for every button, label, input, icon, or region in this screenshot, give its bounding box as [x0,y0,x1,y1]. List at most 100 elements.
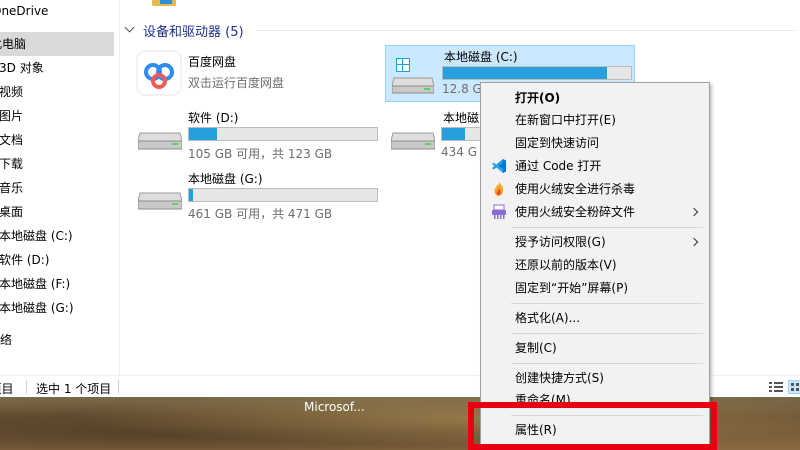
menu-item-label: 固定到“开始”屏幕(P) [515,281,629,295]
huorong-fire-icon [491,181,507,197]
sidebar-item-downloads[interactable]: 下载 [0,152,114,176]
menu-item-huorong-shred[interactable]: 使用火绒安全粉碎文件 [483,201,707,223]
shredder-icon [491,204,507,220]
drive-free-space: 105 GB 可用，共 123 GB [188,147,333,161]
sidebar-item-this-pc[interactable]: 此电脑 [0,32,114,56]
item-drive-g[interactable]: 本地磁盘 (G:) 461 GB 可用，共 471 GB [132,165,392,221]
drive-usage-bar [442,66,632,80]
sidebar-item-drive-f[interactable]: 本地磁盘 (F:) [0,272,114,296]
menu-item-label: 格式化(A)... [515,311,581,325]
item-subtitle: 双击运行百度网盘 [188,76,285,90]
windows-drive-icon [391,58,435,94]
sidebar-item-label: 视频 [0,85,24,99]
group-header-devices[interactable]: 设备和驱动器 (5) [125,20,244,40]
drive-free-space: 12.8 G [442,82,482,96]
menu-item-huorong-scan[interactable]: 使用火绒安全进行杀毒 [483,178,707,200]
menu-item-label: 打开(O) [515,91,561,105]
item-name: 本地磁盘 (C:) [444,50,518,64]
sidebar-item-pictures[interactable]: 图片 [0,104,114,128]
drive-usage-fill [442,128,465,140]
menu-item-properties[interactable]: 属性(R) [483,419,707,441]
sidebar-item-label: 软件 (D:) [0,253,50,267]
menu-separator [511,415,703,416]
taskbar-window-label[interactable]: Microsof... [304,400,365,414]
drive-icon [137,129,183,151]
context-menu: 打开(O) 在新窗口中打开(E) 固定到快速访问 通过 Code 打开 使用火绒… [480,82,710,450]
menu-item-format[interactable]: 格式化(A)... [483,307,707,329]
item-name: 本地磁盘 (G:) [188,172,263,186]
sidebar-item-documents[interactable]: 文档 [0,128,114,152]
chevron-right-icon [689,237,699,247]
menu-item-create-shortcut[interactable]: 创建快捷方式(S) [483,367,707,389]
menu-separator [511,303,703,304]
group-divider [256,30,796,31]
status-divider [26,380,27,394]
drive-free-space: 434 G [441,145,478,159]
sidebar-item-videos[interactable]: 视频 [0,80,114,104]
menu-item-label: 固定到快速访问 [515,136,600,150]
sidebar-item-network[interactable]: 网络 [0,328,114,352]
menu-item-label: 在新窗口中打开(E) [515,113,616,127]
drive-usage-fill [189,128,218,140]
sidebar-item-label: 此电脑 [0,37,27,51]
menu-item-restore-versions[interactable]: 还原以前的版本(V) [483,254,707,276]
menu-item-label: 授予访问权限(G) [515,235,606,249]
menu-separator [511,227,703,228]
status-item-count: 5 个项目 [0,382,14,396]
menu-item-label: 重命名(M) [515,393,571,407]
sidebar-item-label: 图片 [0,109,24,123]
menu-item-label: 通过 Code 打开 [515,159,602,173]
menu-item-pin-quick-access[interactable]: 固定到快速访问 [483,132,707,154]
menu-item-label: 创建快捷方式(S) [515,371,604,385]
drive-usage-fill [189,189,193,201]
folder-icon-accent [160,0,172,4]
sidebar-item-label: 下载 [0,157,24,171]
menu-separator [511,333,703,334]
sidebar-item-label: 文档 [0,133,24,147]
chevron-down-icon[interactable] [125,25,135,35]
item-name: 本地磁 [443,111,480,125]
sidebar-item-drive-g[interactable]: 本地磁盘 (G:) [0,296,114,320]
group-title: 设备和驱动器 (5) [143,24,244,40]
drive-free-space: 461 GB 可用，共 471 GB [188,207,333,221]
menu-item-label: 使用火绒安全进行杀毒 [515,182,636,196]
large-icons-view-icon[interactable] [788,380,800,394]
drive-usage-fill [443,67,607,79]
menu-item-pin-start[interactable]: 固定到“开始”屏幕(P) [483,277,707,299]
drive-usage-bar [188,188,378,202]
baidu-netdisk-icon [136,50,182,96]
drive-icon [390,129,436,151]
menu-item-copy[interactable]: 复制(C) [483,337,707,359]
chevron-right-icon [689,207,699,217]
status-selected-count: 选中 1 个项目 [36,382,112,396]
menu-item-grant-access[interactable]: 授予访问权限(G) [483,231,707,253]
drive-usage-bar [188,127,378,141]
menu-item-label: 还原以前的版本(V) [515,258,617,272]
item-drive-d[interactable]: 软件 (D:) 105 GB 可用，共 123 GB [132,105,392,161]
sidebar-item-label: 网络 [0,333,13,347]
sidebar-item-music[interactable]: 音乐 [0,176,114,200]
sidebar-item-drive-c[interactable]: 本地磁盘 (C:) [0,224,114,248]
vscode-icon [491,158,507,174]
menu-item-open-new-window[interactable]: 在新窗口中打开(E) [483,109,707,131]
sidebar-item-3d-objects[interactable]: 3D 对象 [0,56,114,80]
sidebar-item-onedrive[interactable]: OneDrive [0,0,48,22]
menu-item-open[interactable]: 打开(O) [483,87,707,109]
status-divider [118,380,119,394]
menu-item-label: 使用火绒安全粉碎文件 [515,205,636,219]
sidebar-item-label: 本地磁盘 (G:) [0,301,74,315]
item-baidu-netdisk[interactable]: 百度网盘 双击运行百度网盘 [132,47,382,101]
item-name: 软件 (D:) [188,111,239,125]
sidebar-item-desktop[interactable]: 桌面 [0,200,114,224]
navigation-pane: OneDrive 此电脑 3D 对象 视频 图片 文档 下载 音乐 桌面 本地磁… [0,0,120,375]
menu-item-rename[interactable]: 重命名(M) [483,389,707,411]
drive-icon [137,189,183,211]
sidebar-item-label: 本地磁盘 (C:) [0,229,73,243]
menu-item-open-with-code[interactable]: 通过 Code 打开 [483,155,707,177]
menu-item-label: 复制(C) [515,341,557,355]
sidebar-item-drive-d[interactable]: 软件 (D:) [0,248,114,272]
menu-separator [511,363,703,364]
item-name: 百度网盘 [188,55,237,69]
details-view-icon[interactable] [768,380,784,394]
sidebar-item-label: 本地磁盘 (F:) [0,277,71,291]
